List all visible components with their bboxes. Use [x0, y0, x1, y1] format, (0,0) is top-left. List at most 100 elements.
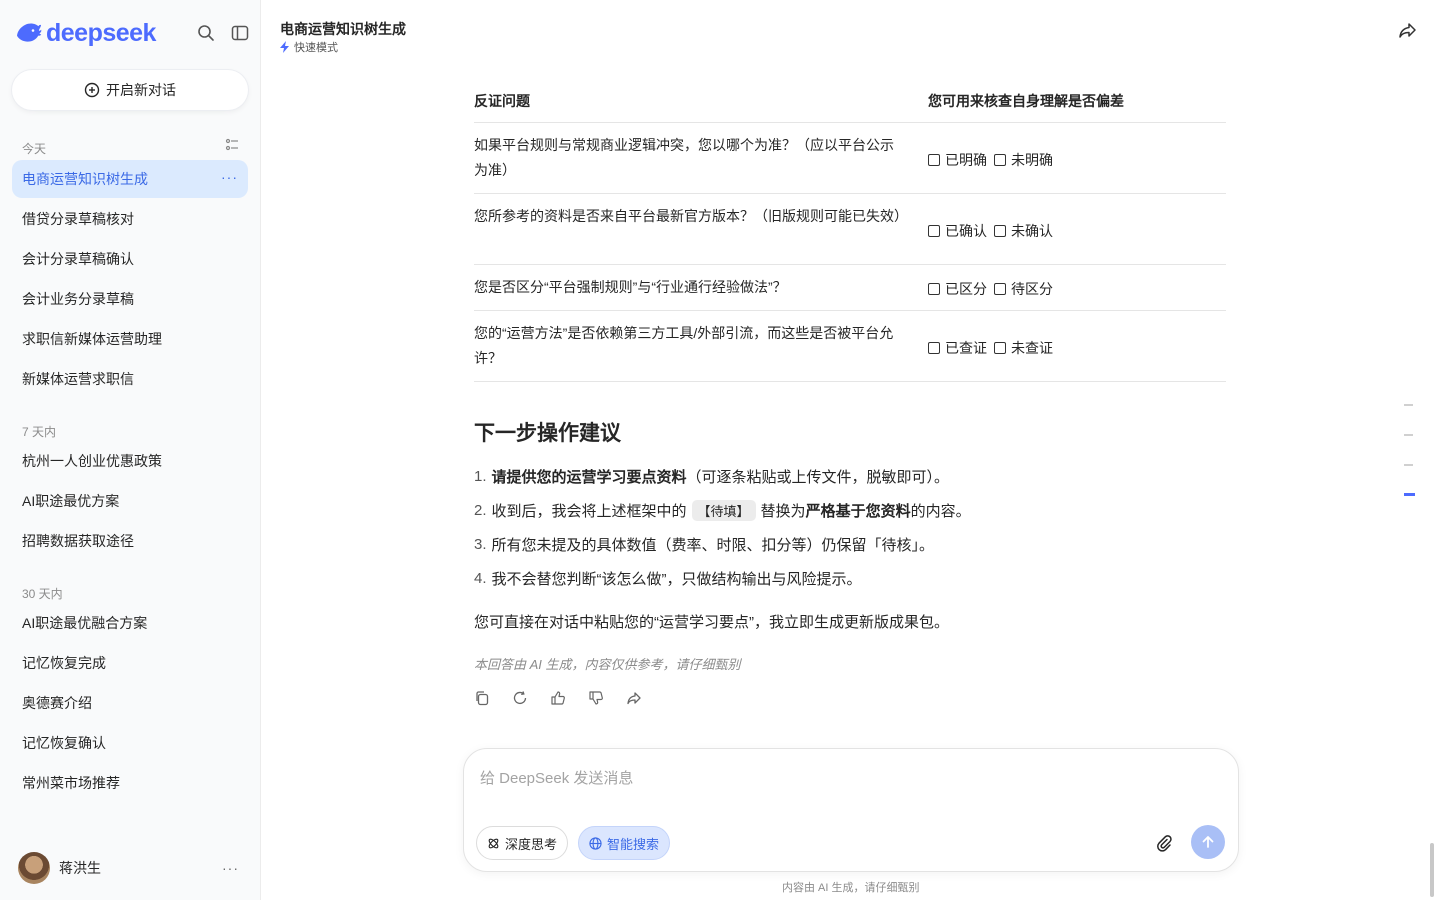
history-item[interactable]: 常州菜市场推荐 [12, 764, 248, 802]
deepseek-logo[interactable]: deepseek [16, 19, 156, 47]
history-item[interactable]: 奥德赛介绍 [12, 684, 248, 722]
step-text: 我不会替您判断“该怎么做”，只做结构输出与风险提示。 [491, 571, 862, 588]
checkbox-icon[interactable] [928, 154, 940, 166]
thumbs-up-icon[interactable] [550, 690, 566, 706]
option-label: 已确认 [945, 223, 987, 239]
checkbox-icon[interactable] [994, 154, 1006, 166]
step-number: 1. [474, 468, 487, 485]
table-cell-check: 已确认 未确认 [928, 221, 1053, 241]
globe-icon [589, 836, 602, 850]
toc-marker[interactable] [1404, 434, 1413, 436]
message-composer: 深度思考 智能搜索 [463, 748, 1239, 872]
step-number: 3. [474, 536, 487, 553]
deep-think-label: 深度思考 [505, 836, 558, 852]
plus-circle-icon [84, 82, 100, 98]
step-bold: 严格基于您资料 [805, 503, 911, 520]
history-item[interactable]: 会计业务分录草稿 [12, 280, 248, 318]
group-label-week: 7 天内 [22, 425, 57, 439]
checkbox-icon[interactable] [994, 283, 1006, 295]
closing-paragraph: 您可直接在对话中粘贴您的“运营学习要点”，我立即生成更新版成果包。 [474, 614, 949, 631]
history-item[interactable]: 记忆恢复确认 [12, 724, 248, 762]
divider [474, 310, 1226, 311]
smart-search-label: 智能搜索 [607, 836, 660, 852]
history-item[interactable]: AI职途最优融合方案 [12, 604, 248, 642]
whale-icon [17, 23, 42, 42]
search-icon[interactable] [195, 22, 217, 44]
step-text: （可逐条粘贴或上传文件，脱敏即可）。 [686, 469, 950, 486]
step-text: 收到后，我会将上述框架中的 [491, 503, 687, 520]
step-text: 所有您未提及的具体数值（费率、时限、扣分等）仍保留「待核」。 [491, 537, 935, 554]
checkbox-icon[interactable] [994, 225, 1006, 237]
history-item[interactable]: 借贷分录草稿核对 [12, 200, 248, 238]
step-text: 的内容。 [910, 503, 971, 520]
divider [474, 122, 1226, 123]
mode-label: 快速模式 [294, 42, 338, 54]
avatar [18, 852, 50, 884]
toc-marker-active[interactable] [1404, 493, 1415, 496]
step-number: 4. [474, 570, 487, 587]
table-header-check: 您可用来核查自身理解是否偏差 [928, 93, 1124, 109]
option-label: 未明确 [1011, 152, 1053, 168]
table-cell-check: 已查证 未查证 [928, 338, 1053, 358]
user-name: 蒋洪生 [59, 860, 101, 876]
checkbox-icon[interactable] [994, 342, 1006, 354]
step-item: 2. 收到后，我会将上述框架中的 【待填】 替换为 严格基于您资料 的内容。 [474, 500, 971, 521]
new-chat-label: 开启新对话 [106, 82, 176, 98]
sidebar: deepseek 开启新对话 今天 电商运营知识树生成 ··· 借贷分录草稿核对… [0, 0, 261, 900]
scrollbar[interactable] [1430, 843, 1434, 897]
footer-note: 内容由 AI 生成，请仔细甄别 [782, 882, 920, 894]
share-icon[interactable] [1398, 20, 1418, 40]
history-item[interactable]: 记忆恢复完成 [12, 644, 248, 682]
history-item[interactable]: 新媒体运营求职信 [12, 360, 248, 398]
message-input[interactable] [480, 765, 1120, 791]
option-label: 未查证 [1011, 340, 1053, 356]
group-label-month: 30 天内 [22, 587, 63, 601]
step-item: 4. 我不会替您判断“该怎么做”，只做结构输出与风险提示。 [474, 568, 862, 589]
logo-text: deepseek [46, 19, 156, 47]
step-item: 3. 所有您未提及的具体数值（费率、时限、扣分等）仍保留「待核」。 [474, 534, 934, 555]
paperclip-icon[interactable] [1154, 833, 1174, 853]
table-cell-check: 已明确 未明确 [928, 150, 1053, 170]
checkbox-icon[interactable] [928, 342, 940, 354]
history-item-label: 电商运营知识树生成 [22, 171, 148, 187]
history-item[interactable]: 杭州一人创业优惠政策 [12, 442, 248, 480]
thumbs-down-icon[interactable] [588, 690, 604, 706]
sidebar-toggle-icon[interactable] [229, 22, 251, 44]
option-label: 已查证 [945, 340, 987, 356]
history-item[interactable]: 会计分录草稿确认 [12, 240, 248, 278]
table-cell-question: 您是否区分“平台强制规则”与“行业通行经验做法”？ [474, 279, 787, 295]
user-profile[interactable]: 蒋洪生 [18, 852, 101, 884]
group-label-today: 今天 [22, 142, 47, 156]
history-item[interactable]: AI职途最优方案 [12, 482, 248, 520]
checkbox-icon[interactable] [928, 225, 940, 237]
list-filter-icon[interactable] [225, 138, 239, 152]
deep-think-toggle[interactable]: 深度思考 [476, 826, 569, 860]
checkbox-icon[interactable] [928, 283, 940, 295]
table-cell-question: 您所参考的资料是否来自平台最新官方版本？（旧版规则可能已失效） [474, 208, 908, 224]
mode-indicator[interactable]: 快速模式 [280, 39, 338, 55]
inline-code: 【待填】 [691, 500, 756, 521]
history-item[interactable]: 求职信新媒体运营助理 [12, 320, 248, 358]
more-options-icon[interactable]: ··· [221, 169, 238, 185]
share-icon[interactable] [626, 690, 642, 706]
ai-disclaimer: 本回答由 AI 生成，内容仅供参考，请仔细甄别 [474, 657, 741, 672]
divider [474, 264, 1226, 265]
new-chat-button[interactable]: 开启新对话 [12, 70, 248, 110]
user-more-icon[interactable]: ··· [222, 860, 239, 876]
chat-title: 电商运营知识树生成 [280, 21, 406, 37]
lightning-icon [280, 41, 289, 53]
send-button[interactable] [1191, 825, 1225, 859]
message-actions [474, 690, 642, 706]
option-label: 未确认 [1011, 223, 1053, 239]
step-text: 替换为 [760, 503, 806, 520]
toc-marker[interactable] [1404, 464, 1413, 466]
atom-icon [488, 838, 499, 848]
toc-marker[interactable] [1404, 404, 1413, 406]
arrow-up-icon [1202, 836, 1214, 848]
regenerate-icon[interactable] [512, 690, 528, 706]
history-item[interactable]: 招聘数据获取途径 [12, 522, 248, 560]
smart-search-toggle[interactable]: 智能搜索 [578, 826, 671, 860]
history-item-active[interactable]: 电商运营知识树生成 ··· [12, 160, 248, 198]
step-number: 2. [474, 502, 487, 519]
copy-icon[interactable] [474, 690, 490, 706]
